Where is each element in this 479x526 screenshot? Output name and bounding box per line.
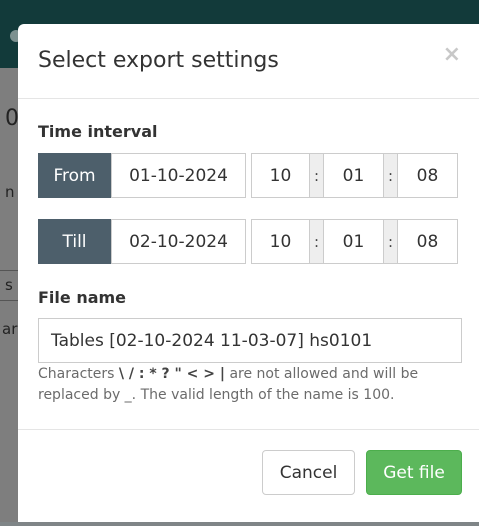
till-date-input[interactable]: 02-10-2024 — [111, 219, 246, 264]
background-text: ar — [2, 320, 18, 338]
till-hour-input[interactable]: 10 — [251, 219, 310, 264]
help-forbidden-chars: \ / : * ? " < > | — [118, 366, 226, 382]
from-addon: From — [38, 153, 111, 198]
from-date-input[interactable]: 01-10-2024 — [111, 153, 246, 198]
till-row: Till 02-10-2024 10 : 01 : 08 — [38, 219, 462, 264]
get-file-button[interactable]: Get file — [366, 450, 462, 495]
from-minute-input[interactable]: 01 — [323, 153, 384, 198]
till-second-input[interactable]: 08 — [397, 219, 458, 264]
modal-header: Select export settings × — [18, 24, 479, 99]
file-name-input[interactable]: Tables [02-10-2024 11-03-07] hs0101 — [38, 318, 462, 363]
time-separator: : — [384, 153, 397, 198]
close-icon[interactable]: × — [443, 44, 461, 66]
modal-footer: Cancel Get file — [18, 429, 479, 522]
file-name-help-text: Characters \ / : * ? " < > | are not all… — [38, 364, 462, 406]
background-text: 0 — [5, 106, 19, 131]
file-name-label: File name — [38, 288, 127, 307]
till-addon: Till — [38, 219, 111, 264]
time-separator: : — [310, 153, 323, 198]
till-minute-input[interactable]: 01 — [323, 219, 384, 264]
from-row: From 01-10-2024 10 : 01 : 08 — [38, 153, 462, 198]
background-divider — [0, 300, 20, 301]
export-settings-modal: Select export settings × Time interval F… — [18, 24, 479, 522]
cancel-button[interactable]: Cancel — [262, 450, 355, 495]
background-text: s — [5, 276, 13, 294]
help-prefix: Characters — [38, 366, 119, 382]
from-hour-input[interactable]: 10 — [251, 153, 310, 198]
from-second-input[interactable]: 08 — [397, 153, 458, 198]
background-text: n — [5, 183, 15, 201]
modal-title: Select export settings — [38, 48, 279, 73]
time-separator: : — [384, 219, 397, 264]
time-separator: : — [310, 219, 323, 264]
time-interval-label: Time interval — [38, 122, 158, 141]
background-divider — [0, 270, 20, 271]
